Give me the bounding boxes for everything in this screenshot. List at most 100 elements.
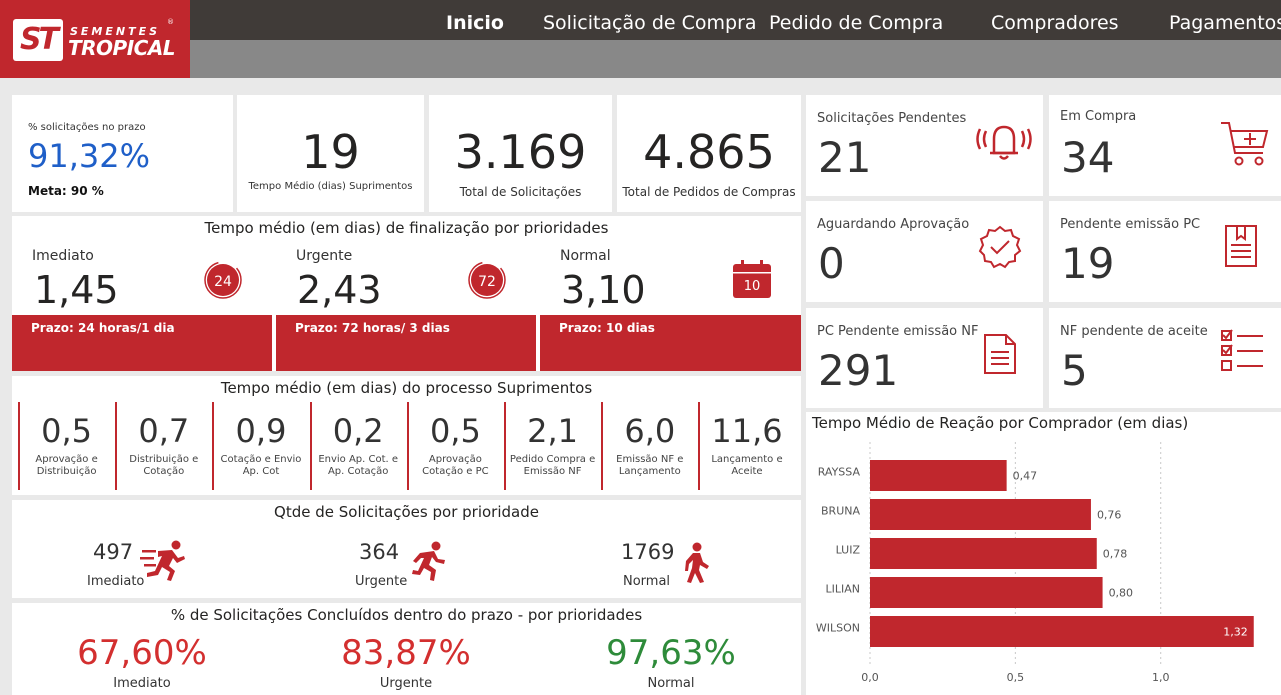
concluidos-title: % de Solicitações Concluídos dentro do p…: [170, 606, 643, 624]
nav-inicio[interactable]: Inicio: [446, 12, 504, 34]
step-value: 0,5: [429, 412, 481, 450]
chart-bar: [870, 499, 1091, 530]
status-card[interactable]: NF pendente de aceite 5: [1049, 308, 1281, 408]
status-card[interactable]: Solicitações Pendentes 21: [806, 95, 1043, 196]
kpi-card-tempo-medio: 19 Tempo Médio (dias) Suprimentos: [237, 95, 424, 212]
prioridade-value: 1,45: [34, 268, 119, 312]
kpi-total-pedidos-value: 4.865: [643, 125, 775, 179]
status-label: NF pendente de aceite: [1060, 324, 1208, 339]
status-label: Aguardando Aprovação: [817, 217, 970, 232]
kpi-prazo-label: % solicitações no prazo: [28, 122, 146, 133]
document-icon: [1223, 223, 1259, 273]
brand-logo[interactable]: ST SEMENTES TROPICAL ®: [0, 0, 190, 78]
chart-data-label: 0,76: [1097, 509, 1122, 522]
chart-x-tick: 0,5: [1007, 671, 1025, 684]
chart-data-label: 0,78: [1103, 548, 1128, 561]
kpi-prazo-value: 91,32%: [28, 137, 151, 175]
kpi-prazo-meta: Meta: 90 %: [28, 184, 104, 198]
nav-solicitacao-de-compra[interactable]: Solicitação de Compra: [543, 12, 757, 34]
kpi-tempo-medio-label: Tempo Médio (dias) Suprimentos: [248, 181, 413, 192]
concluido-label: Normal: [647, 676, 695, 691]
concluido-value: 67,60%: [77, 633, 207, 673]
nav-pagamentos[interactable]: Pagamentos: [1169, 12, 1281, 34]
status-card[interactable]: Aguardando Aprovação 0: [806, 201, 1043, 302]
kpi-total-solicitacoes-label: Total de Solicitações: [459, 185, 582, 199]
status-label: Pendente emissão PC: [1060, 217, 1201, 232]
chart-bar: [870, 538, 1097, 569]
prioridade-name: Urgente: [296, 248, 353, 264]
chart-bar: [870, 616, 1254, 647]
qtde-value: 1769: [621, 540, 675, 564]
prioridades-panel: Tempo médio (em dias) de finalização por…: [12, 216, 801, 371]
chart-category-label: BRUNA: [821, 505, 860, 518]
prioridade-value: 2,43: [297, 268, 382, 312]
step-label: Envio Ap. Cot. e Ap. Cotação: [318, 454, 399, 477]
status-label: PC Pendente emissão NF: [817, 324, 979, 339]
concluido-label: Urgente: [379, 676, 433, 691]
cart-icon: [1219, 117, 1271, 173]
step-value: 0,7: [138, 412, 190, 450]
status-card[interactable]: PC Pendente emissão NF 291: [806, 308, 1043, 408]
status-value: 291: [818, 346, 899, 395]
nav-compradores[interactable]: Compradores: [991, 12, 1119, 34]
concluido-value: 83,87%: [341, 633, 471, 673]
reacao-chart-panel: Tempo Médio de Reação por Comprador (em …: [806, 412, 1281, 695]
status-card[interactable]: Pendente emissão PC 19: [1049, 201, 1281, 302]
clock-72-badge: 72: [478, 274, 496, 290]
chart-data-label: 0,80: [1109, 587, 1134, 600]
prioridade-name: Normal: [560, 248, 611, 264]
kpi-card-prazo: % solicitações no prazo 91,32% Meta: 90 …: [12, 95, 233, 212]
processo-panel: Tempo médio (em dias) do processo Suprim…: [12, 376, 801, 495]
step-value: 2,1: [527, 412, 579, 450]
step-value: 0,5: [41, 412, 93, 450]
prazo-bar: Prazo: 10 dias: [540, 315, 801, 371]
qtde-label: Urgente: [355, 574, 408, 589]
step-value: 6,0: [624, 412, 676, 450]
step-label: Pedido Compra e Emissão NF: [509, 454, 596, 477]
prazo-bar: Prazo: 72 horas/ 3 dias: [276, 315, 536, 371]
logo-mark: ST: [13, 19, 63, 61]
status-card[interactable]: Em Compra 34: [1049, 95, 1281, 196]
kpi-card-total-pedidos: 4.865 Total de Pedidos de Compras: [617, 95, 801, 212]
status-value: 34: [1061, 133, 1115, 182]
step-value: 11,6: [711, 412, 783, 450]
step-label: Distribuição e Cotação: [129, 454, 199, 477]
chart-data-label: 1,32: [1223, 626, 1248, 639]
concluido-value: 97,63%: [606, 633, 736, 673]
logo-line2: TROPICAL: [68, 36, 176, 60]
status-label: Em Compra: [1060, 109, 1137, 124]
kpi-total-solicitacoes-value: 3.169: [454, 125, 587, 179]
status-value: 19: [1061, 239, 1115, 288]
qtde-label: Normal: [623, 574, 671, 589]
chart-category-label: WILSON: [816, 622, 860, 635]
chart-category-label: RAYSSA: [818, 466, 861, 479]
bell-icon: [976, 119, 1032, 167]
concluidos-panel: % de Solicitações Concluídos dentro do p…: [12, 603, 801, 695]
clock-24-badge: 24: [214, 274, 232, 290]
qtde-title: Qtde de Solicitações por prioridade: [274, 503, 539, 521]
calendar-badge: 10: [744, 279, 761, 294]
status-value: 5: [1061, 346, 1088, 395]
nav-pedido-de-compra[interactable]: Pedido de Compra: [769, 12, 943, 34]
status-value: 0: [818, 239, 845, 288]
chart-x-tick: 1,0: [1152, 671, 1170, 684]
sprinter-icon: [140, 538, 186, 582]
kpi-total-pedidos-label: Total de Pedidos de Compras: [622, 185, 796, 199]
prioridade-name: Imediato: [32, 248, 94, 264]
file-icon: [982, 332, 1018, 380]
chart-bar: [870, 460, 1007, 491]
logo-registered: ®: [167, 18, 174, 26]
step-label: Lançamento e Aceite: [711, 454, 783, 477]
qtde-value: 497: [93, 540, 134, 564]
clock-72-icon: 72: [467, 259, 507, 299]
walker-icon: [680, 542, 712, 584]
step-label: Aprovação e Distribuição: [35, 454, 98, 477]
qtde-value: 364: [359, 540, 400, 564]
chart-category-label: LILIAN: [826, 583, 861, 596]
runner-icon: [410, 540, 448, 582]
prioridades-title: Tempo médio (em dias) de finalização por…: [204, 219, 609, 237]
qtde-panel: Qtde de Solicitações por prioridade 497 …: [12, 500, 801, 598]
chart-x-tick: 0,0: [861, 671, 879, 684]
calendar-icon: 10: [731, 258, 773, 300]
prioridade-value: 3,10: [561, 268, 646, 312]
